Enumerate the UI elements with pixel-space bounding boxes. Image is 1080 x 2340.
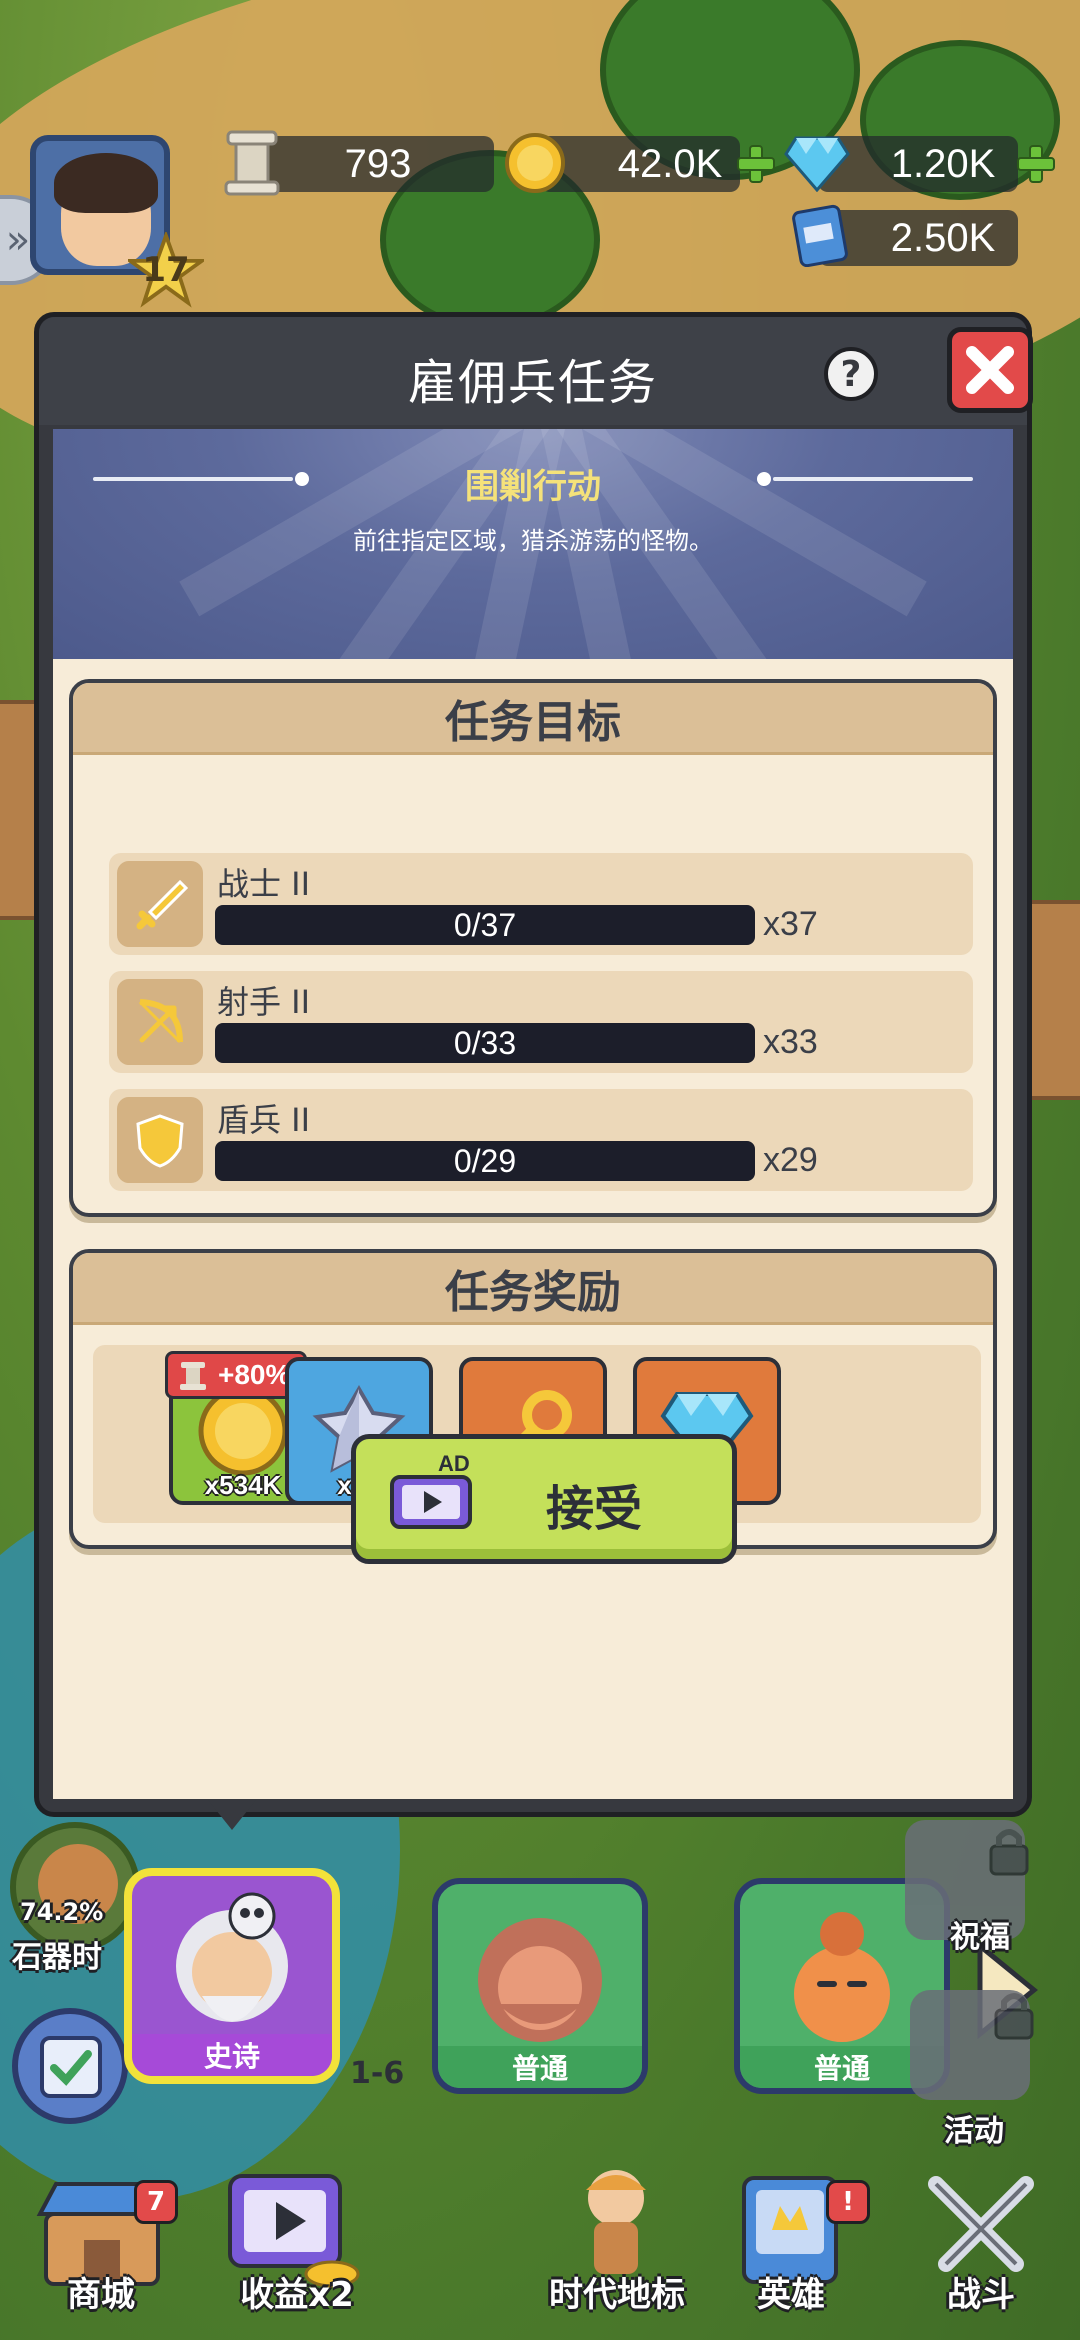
add-gold-icon[interactable] (734, 142, 778, 186)
nav-income-label: 收益x2 (240, 2275, 354, 2315)
modal-header: 雇佣兵任务 ? (39, 317, 1033, 425)
activity-label: 活动 (944, 2114, 1004, 2149)
ad-label: AD (438, 1451, 470, 1476)
quest-description: 前往指定区域，猎杀游荡的怪物。 (353, 527, 713, 555)
hero-card-epic[interactable]: 史诗 (124, 1868, 340, 2084)
hero-rarity-tag: 史诗 (132, 2034, 332, 2076)
checklist-icon (40, 2036, 102, 2098)
lock-icon (994, 1993, 1034, 2040)
goal-multiplier: x29 (763, 1141, 818, 1179)
close-button[interactable] (947, 327, 1033, 413)
goal-multiplier: x33 (763, 1023, 818, 1061)
shop-badge: 7 (134, 2180, 178, 2224)
nav-income[interactable]: 收益x2 (212, 2170, 382, 2320)
close-icon (966, 346, 1014, 394)
goal-progress-bar: 0/33 (215, 1023, 755, 1063)
hero-card-common[interactable]: 普通 (432, 1878, 648, 2094)
add-diamond-icon[interactable] (1014, 142, 1058, 186)
player-level-star: 17 (124, 230, 208, 308)
modal-title: 雇佣兵任务 (407, 355, 658, 411)
quest-goals-section: 任务目标 战士 II 0/37 x37 射手 II 0/33 x33 盾兵 II… (69, 679, 997, 1217)
era-label: 石器时 (12, 1940, 102, 1975)
diamond-value: 1.20K (890, 141, 996, 186)
lock-icon (989, 1829, 1029, 1876)
gold-resource-pill: 42.0K (540, 136, 740, 192)
bow-icon (117, 979, 203, 1065)
sword-icon (117, 861, 203, 947)
hero-portrait-warrior (478, 1918, 602, 2042)
stone-resource-pill: 793 (262, 136, 494, 192)
gold-coin-icon (504, 132, 566, 194)
hero-portrait-elder (176, 1892, 288, 2022)
nav-hero[interactable]: ! 英雄 (716, 2170, 870, 2320)
task-checklist-button[interactable] (12, 2008, 128, 2124)
goal-row: 战士 II 0/37 x37 (109, 853, 973, 955)
help-icon[interactable]: ? (824, 347, 878, 401)
hero-alert-badge: ! (826, 2180, 870, 2224)
blessing-label: 祝福 (950, 1920, 1010, 1955)
goal-multiplier: x37 (763, 905, 818, 943)
exp-book-icon (790, 202, 850, 268)
nav-battle[interactable]: 战斗 (906, 2170, 1056, 2320)
nav-hero-label: 英雄 (757, 2275, 825, 2315)
nav-era-label: 时代地标 (549, 2275, 685, 2315)
goal-progress-bar: 0/37 (215, 905, 755, 945)
era-progress: 74.2% (20, 1898, 104, 1926)
nav-battle-label: 战斗 (947, 2275, 1015, 2315)
nav-era-landmark[interactable]: 时代地标 (532, 2170, 702, 2320)
modal-content: 任务目标 战士 II 0/37 x37 射手 II 0/33 x33 盾兵 II… (53, 659, 1013, 1799)
rewards-header: 任务奖励 (73, 1253, 993, 1325)
modal-pointer (208, 1800, 256, 1830)
stone-pillar-icon (220, 128, 284, 198)
accept-label: 接受 (546, 1481, 643, 1537)
bonus-value: +80% (218, 1359, 291, 1390)
gold-value: 42.0K (617, 141, 723, 186)
quest-name: 围剿行动 (465, 467, 601, 507)
goal-name: 盾兵 II (217, 1101, 311, 1139)
mercenary-quest-modal: 雇佣兵任务 ? 围剿行动 前往指定区域，猎杀游荡的怪物。 任务目标 战士 II … (34, 312, 1033, 1817)
shield-icon (117, 1097, 203, 1183)
goals-header: 任务目标 (73, 683, 993, 755)
activity-button[interactable] (910, 1990, 1034, 2100)
goal-row: 盾兵 II 0/29 x29 (109, 1089, 973, 1191)
stone-value: 793 (344, 141, 412, 186)
accept-button[interactable]: AD 接受 (351, 1434, 737, 1564)
exp-value: 2.50K (890, 215, 996, 260)
nav-shop[interactable]: 7 商城 (26, 2170, 178, 2320)
nav-shop-label: 商城 (67, 2275, 135, 2315)
quest-banner: 围剿行动 前往指定区域，猎杀游荡的怪物。 (53, 429, 1013, 659)
diamond-icon (784, 134, 850, 192)
goal-row: 射手 II 0/33 x33 (109, 971, 973, 1073)
bonus-stone-icon (178, 1360, 208, 1392)
hero-rarity-tag: 普通 (438, 2046, 642, 2088)
goal-name: 战士 II (217, 865, 311, 903)
stage-label: 1-6 (350, 2056, 405, 2091)
player-level: 17 (142, 250, 190, 290)
goal-name: 射手 II (217, 983, 311, 1021)
goal-progress-bar: 0/29 (215, 1141, 755, 1181)
